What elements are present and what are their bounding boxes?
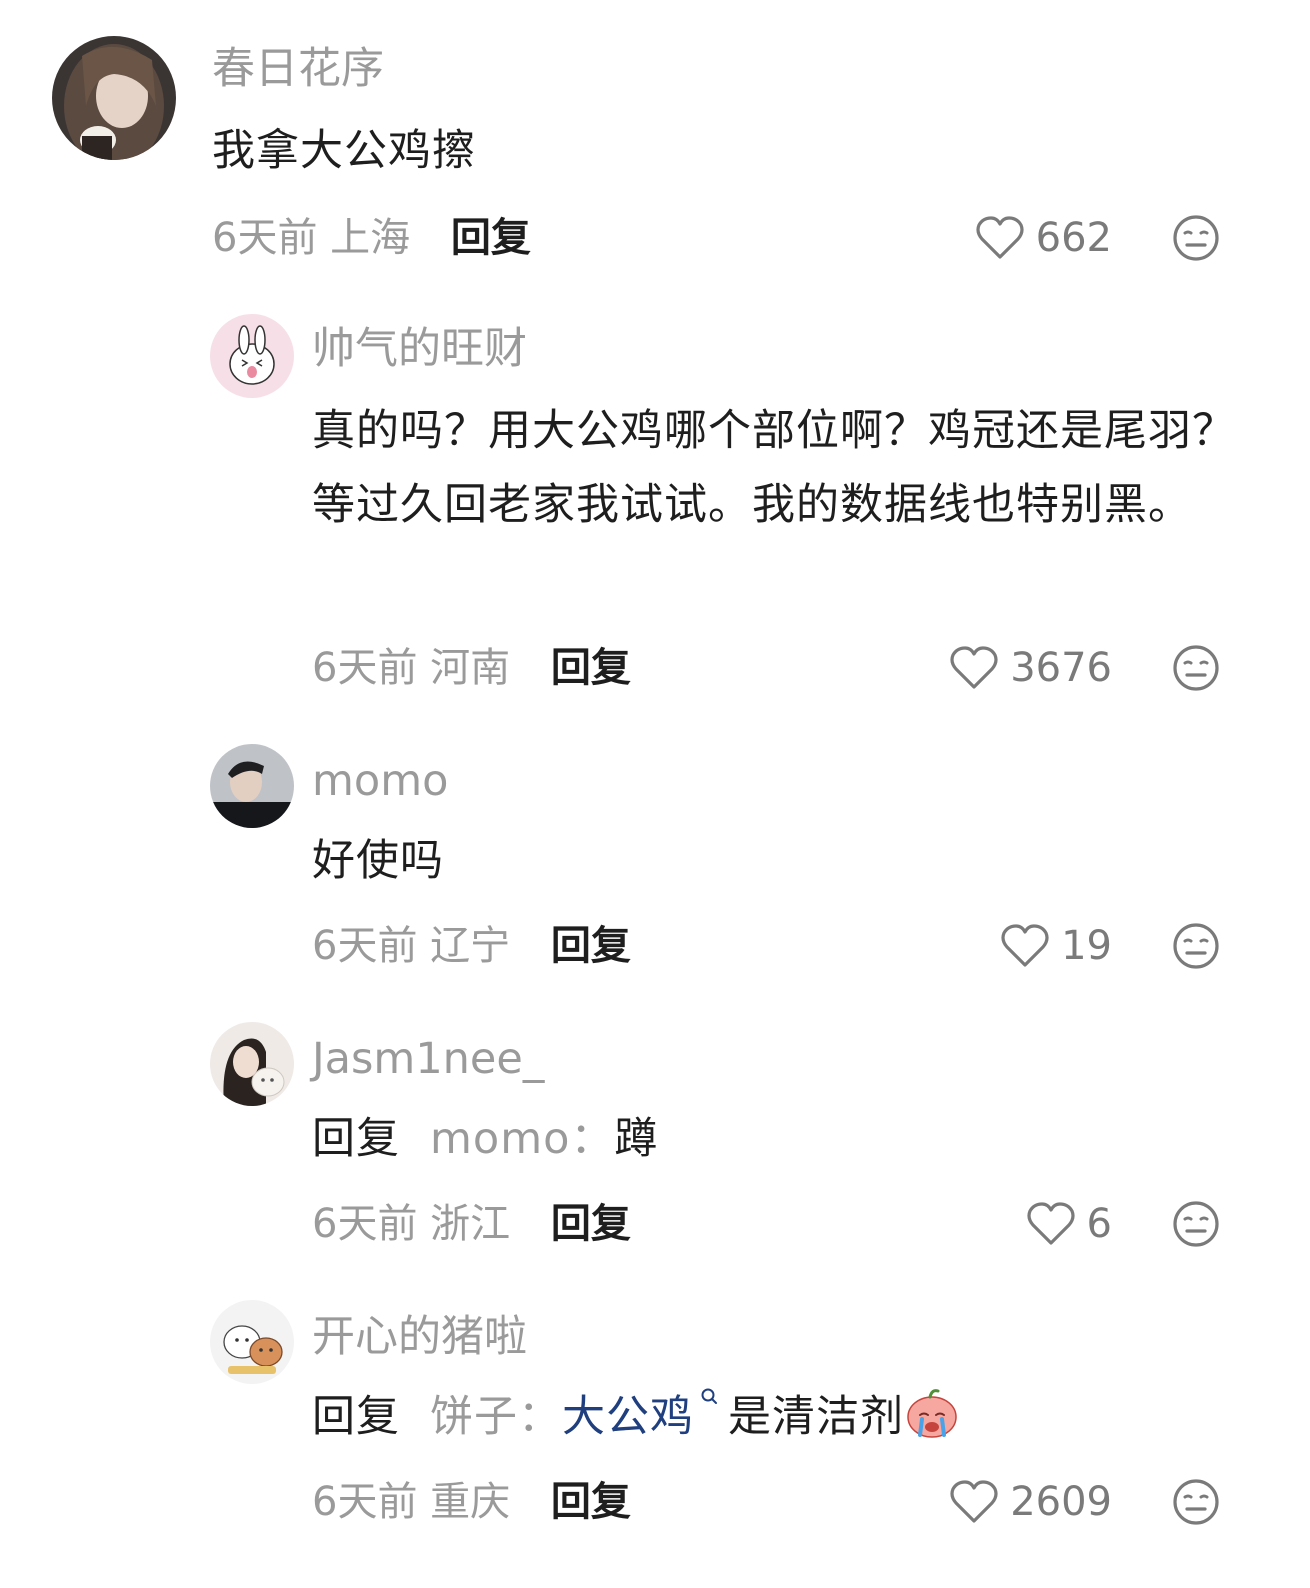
like-count: 6 — [1086, 1201, 1112, 1247]
like-count: 19 — [1061, 923, 1112, 969]
comment-text: 好使吗 — [312, 836, 444, 886]
reply-button[interactable]: 回复 — [551, 1479, 631, 1525]
username[interactable]: Jasm1nee_ — [312, 1038, 544, 1081]
comment-meta: 6天前 辽宁 回复 — [312, 926, 631, 966]
reply-button[interactable]: 回复 — [551, 923, 631, 969]
neutral-face-icon[interactable] — [1172, 922, 1220, 970]
location: 浙江 — [430, 1201, 511, 1247]
comment-meta: 6天前 上海 回复 — [212, 218, 531, 258]
neutral-face-icon[interactable] — [1172, 214, 1220, 262]
heart-outline-icon — [950, 1480, 998, 1524]
comment-meta: 6天前 重庆 回复 — [312, 1482, 631, 1522]
heart-outline-icon — [1001, 924, 1049, 968]
crying-emoji-icon — [904, 1385, 960, 1441]
comment-meta: 6天前 浙江 回复 — [312, 1204, 631, 1244]
reply-prefix: 回复 — [312, 1392, 400, 1442]
like-button[interactable]: 2609 — [950, 1480, 1112, 1524]
like-count: 2609 — [1010, 1479, 1112, 1525]
avatar[interactable] — [210, 744, 294, 828]
comment-text: 回复 饼子：大公鸡 是清洁剂 — [312, 1380, 1262, 1454]
like-count: 662 — [1035, 215, 1112, 261]
heart-outline-icon — [1026, 1202, 1075, 1246]
reply-to-user[interactable]: momo： — [430, 1114, 614, 1164]
comment-text: 回复 momo：蹲 — [312, 1102, 1262, 1176]
location: 辽宁 — [430, 923, 511, 969]
reply-prefix: 回复 — [312, 1114, 400, 1164]
reply-to-user[interactable]: 饼子： — [430, 1392, 562, 1442]
like-button[interactable]: 6 — [1026, 1201, 1112, 1247]
like-button[interactable]: 662 — [976, 216, 1112, 260]
avatar[interactable] — [210, 1300, 294, 1384]
timestamp: 6天前 — [312, 1201, 418, 1247]
neutral-face-icon[interactable] — [1172, 1478, 1220, 1526]
username[interactable]: 帅气的旺财 — [312, 328, 527, 371]
search-icon — [700, 1387, 718, 1405]
timestamp: 6天前 — [312, 1479, 418, 1525]
location: 上海 — [330, 215, 411, 261]
heart-outline-icon — [950, 646, 998, 690]
comment-meta: 6天前 河南 回复 — [312, 648, 631, 688]
neutral-face-icon[interactable] — [1172, 644, 1220, 692]
heart-outline-icon — [976, 216, 1024, 260]
username[interactable]: 开心的猪啦 — [312, 1316, 527, 1359]
timestamp: 6天前 — [212, 215, 318, 261]
reply-text: 蹲 — [614, 1114, 659, 1164]
like-count: 3676 — [1010, 645, 1112, 691]
location: 河南 — [430, 645, 511, 691]
like-button[interactable]: 3676 — [950, 646, 1112, 690]
location: 重庆 — [430, 1479, 511, 1525]
avatar[interactable] — [52, 36, 176, 160]
reply-button[interactable]: 回复 — [551, 1201, 631, 1247]
reply-button[interactable]: 回复 — [451, 215, 531, 261]
reply-button[interactable]: 回复 — [551, 645, 631, 691]
reply-text: 是清洁剂 — [728, 1392, 904, 1442]
avatar[interactable] — [210, 1022, 294, 1106]
username[interactable]: momo — [312, 760, 448, 803]
timestamp: 6天前 — [312, 923, 418, 969]
neutral-face-icon[interactable] — [1172, 1200, 1220, 1248]
comment-text: 我拿大公鸡擦 — [212, 126, 476, 176]
avatar[interactable] — [210, 314, 294, 398]
timestamp: 6天前 — [312, 645, 418, 691]
username[interactable]: 春日花序 — [212, 48, 384, 91]
comment-text: 真的吗？用大公鸡哪个部位啊？鸡冠还是尾羽？等过久回老家我试试。我的数据线也特别黑… — [312, 406, 1236, 530]
like-button[interactable]: 19 — [1001, 924, 1112, 968]
keyword-link[interactable]: 大公鸡 — [562, 1392, 694, 1442]
